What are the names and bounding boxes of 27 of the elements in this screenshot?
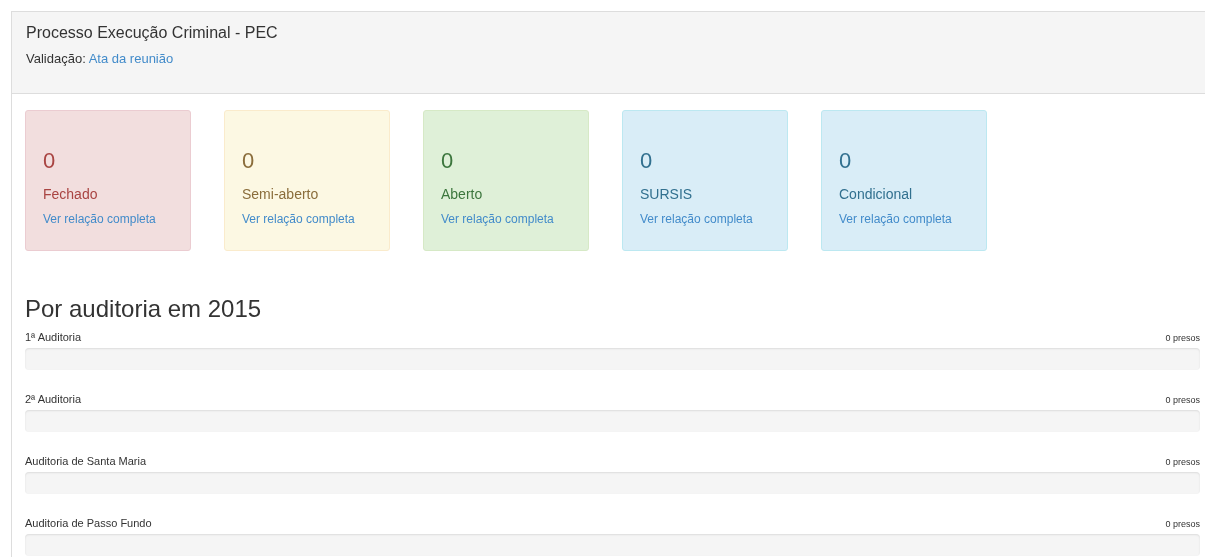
- prisoner-count: 0 presos: [1165, 457, 1200, 467]
- card-label: SURSIS: [640, 186, 694, 202]
- card-link[interactable]: Ver relação completa: [839, 212, 952, 226]
- auditoria-name: 1ª Auditoria: [25, 331, 82, 343]
- card-count: 0: [839, 148, 853, 174]
- auditoria-name: Auditoria de Santa Maria: [25, 455, 147, 467]
- card-label: Fechado: [43, 186, 99, 202]
- card-count: 0: [43, 148, 57, 174]
- card-link[interactable]: Ver relação completa: [43, 212, 156, 226]
- prisoner-count: 0 presos: [1165, 333, 1200, 343]
- card-link[interactable]: Ver relação completa: [242, 212, 355, 226]
- validation-label: Validação:: [26, 51, 86, 66]
- card-link[interactable]: Ver relação completa: [441, 212, 554, 226]
- card-count: 0: [242, 148, 256, 174]
- card-label: Condicional: [839, 186, 914, 202]
- card-label: Aberto: [441, 186, 484, 202]
- card-label: Semi-aberto: [242, 186, 320, 202]
- card-link[interactable]: Ver relação completa: [640, 212, 753, 226]
- prisoner-count: 0 presos: [1165, 519, 1200, 529]
- prisoner-count: 0 presos: [1165, 395, 1200, 405]
- card-count: 0: [441, 148, 455, 174]
- section-title: Por auditoria em 2015: [25, 295, 263, 323]
- panel-title: Processo Execução Criminal - PEC: [26, 23, 279, 43]
- validation-link[interactable]: Ata da reunião: [88, 51, 174, 66]
- card-count: 0: [640, 148, 654, 174]
- auditoria-name: 2ª Auditoria: [25, 393, 82, 405]
- auditoria-name: Auditoria de Passo Fundo: [25, 517, 152, 529]
